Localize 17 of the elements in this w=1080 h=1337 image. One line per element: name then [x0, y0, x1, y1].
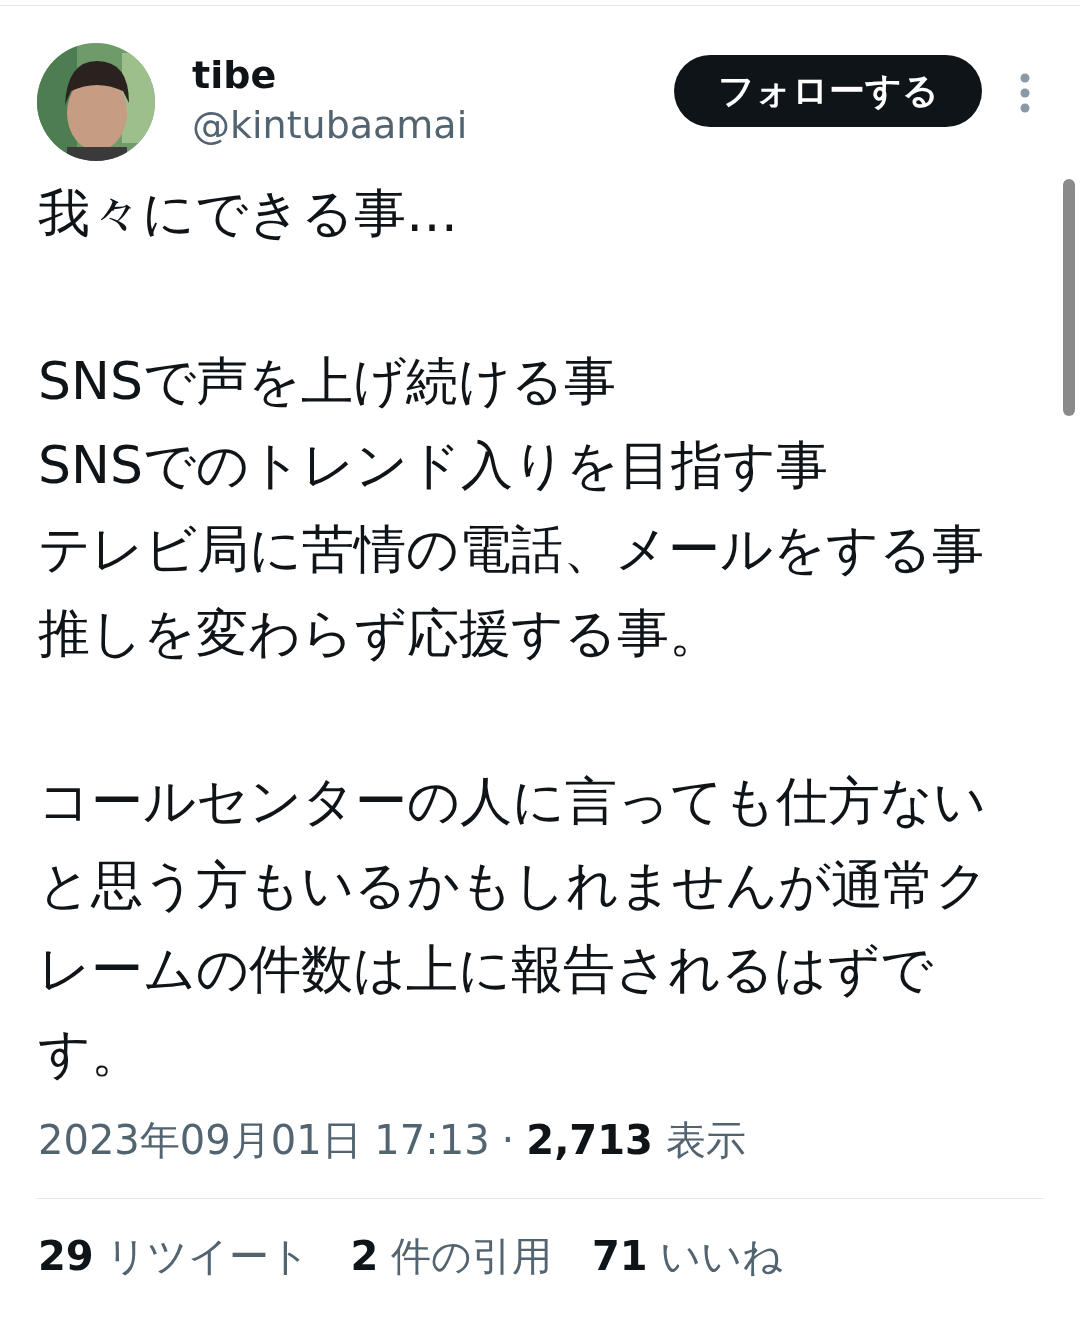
separator: · — [501, 1117, 515, 1163]
tweet-text: コールセンターの人に言っても仕方ないと思う方もいるかもしれませんが通常クレームの件数は上に報告されるはずです。 — [38, 770, 989, 1085]
follow-button[interactable]: フォローする — [674, 55, 982, 127]
timestamp[interactable]: 2023年09月01日 17:13 — [38, 1113, 490, 1168]
stat-link[interactable]: 29 リツイート — [38, 1229, 311, 1284]
stat-link[interactable]: 2 件の引用 — [350, 1229, 552, 1284]
view-count: 2,713 表示 — [526, 1116, 746, 1165]
scrollbar[interactable] — [1063, 179, 1075, 416]
user-handle[interactable]: @kintubaamai — [192, 103, 468, 147]
tweet-text: 我々にできる事… — [38, 182, 459, 245]
more-icon[interactable] — [1020, 73, 1030, 113]
stat-link[interactable]: 71 いいね — [591, 1229, 784, 1284]
tweet-text: 推しを変わらず応援する事。 — [38, 602, 722, 665]
tweet-text: SNSで声を上げ続ける事 — [38, 350, 617, 413]
tweet-text: SNSでのトレンド入りを目指す事 — [38, 434, 829, 497]
tweet-text: テレビ局に苦情の電話、メールをする事 — [38, 518, 985, 581]
user-name[interactable]: tibe — [192, 53, 468, 97]
